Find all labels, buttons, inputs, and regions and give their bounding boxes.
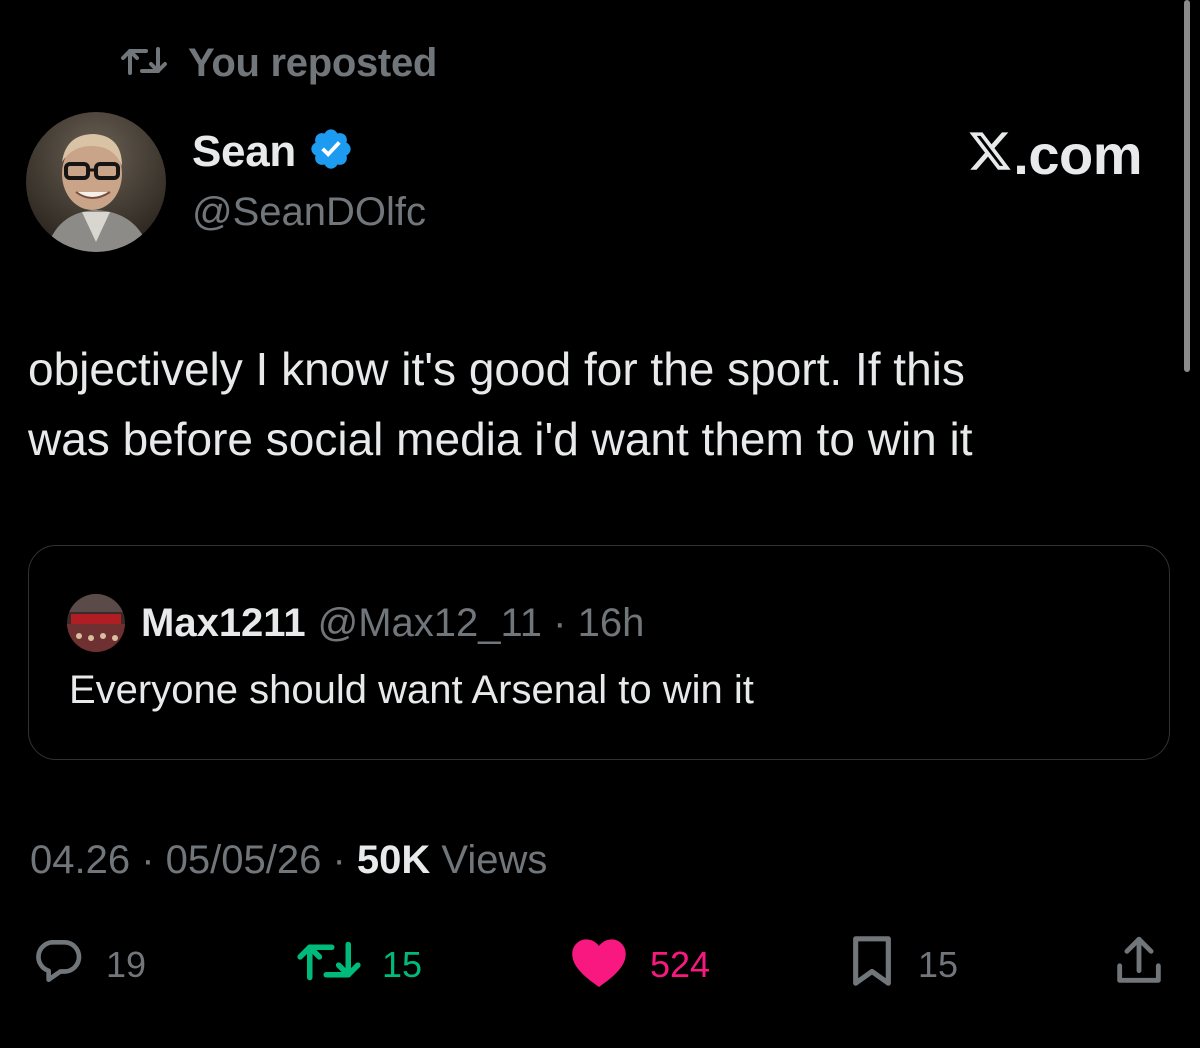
like-count: 524	[650, 944, 711, 985]
views-label: Views	[430, 838, 548, 882]
quoted-author-handle-time: @Max12_11 · 16h	[317, 600, 645, 645]
tweet-text: objectively I know it's good for the spo…	[28, 334, 1168, 474]
like-button[interactable]: 524	[568, 930, 710, 1000]
reply-count: 19	[106, 944, 147, 985]
bookmark-button[interactable]: 15	[846, 930, 958, 1000]
repost-label: You reposted	[188, 40, 438, 85]
quoted-tweet-header: Max1211 @Max12_11 · 16h	[67, 594, 644, 652]
repost-button[interactable]: 15	[296, 930, 422, 1000]
tweet-text-line-1: objectively I know it's good for the spo…	[28, 343, 965, 395]
views-count: 50K	[356, 838, 431, 882]
author-name[interactable]: Sean	[192, 127, 296, 177]
reply-icon	[30, 933, 86, 998]
verified-badge-icon	[308, 126, 354, 177]
repost-count: 15	[382, 944, 423, 985]
author-name-row[interactable]: Sean	[192, 126, 354, 177]
tweet-meta: 04.26 · 05/05/26 · 50K Views	[30, 838, 547, 883]
action-bar: 19 15 524 15	[0, 930, 1200, 1000]
bookmark-count: 15	[918, 944, 959, 985]
quoted-author-name[interactable]: Max1211	[141, 601, 306, 646]
x-logo-icon	[967, 122, 1013, 187]
repost-indicator: You reposted	[120, 40, 437, 86]
like-icon	[568, 933, 630, 998]
tweet-timestamp: 04.26 · 05/05/26 ·	[30, 838, 357, 882]
share-button[interactable]	[1110, 930, 1168, 1000]
quoted-tweet-text: Everyone should want Arsenal to win it	[69, 668, 754, 712]
reply-button[interactable]: 19	[30, 930, 146, 1000]
bookmark-icon	[846, 933, 898, 998]
repost-icon	[120, 43, 168, 84]
brand-text: .com	[1013, 123, 1142, 186]
scrollbar[interactable]	[1184, 0, 1190, 372]
repost-action-icon	[296, 936, 362, 995]
tweet-text-line-2: was before social media i'd want them to…	[28, 413, 973, 465]
share-icon	[1110, 932, 1168, 999]
quoted-author-avatar[interactable]	[67, 594, 125, 652]
brand-watermark: .com	[967, 122, 1142, 187]
author-avatar[interactable]	[26, 112, 166, 252]
author-handle[interactable]: @SeanDOlfc	[192, 190, 426, 235]
quoted-tweet-card[interactable]: Max1211 @Max12_11 · 16h Everyone should …	[28, 545, 1170, 760]
